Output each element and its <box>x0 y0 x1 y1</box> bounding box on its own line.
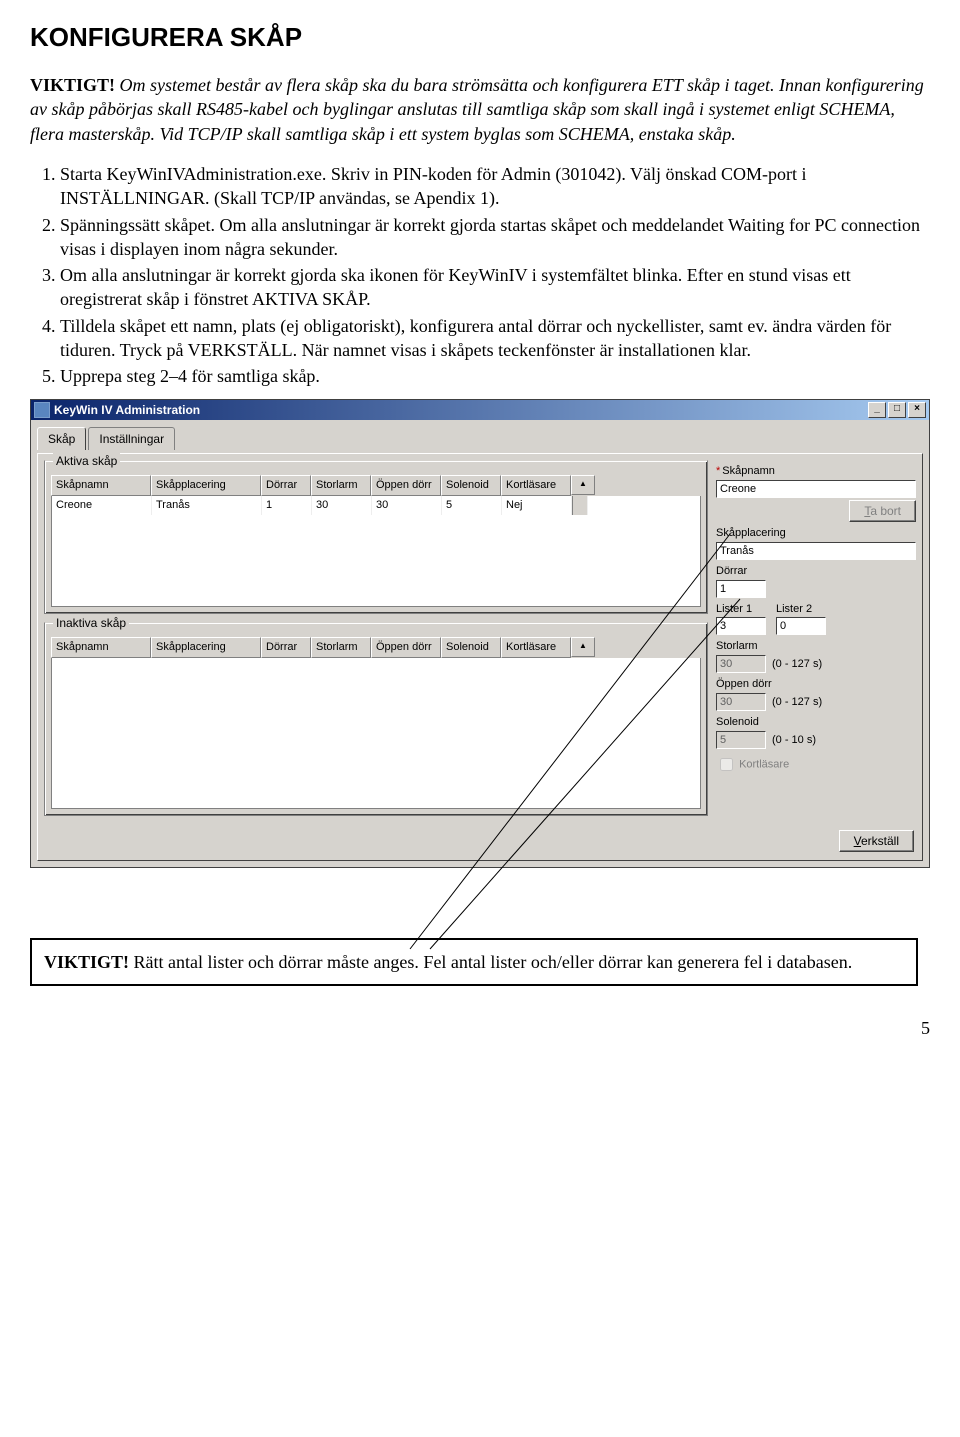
col-open[interactable]: Öppen dörr <box>371 475 441 496</box>
app-icon <box>34 402 50 418</box>
col-solenoid[interactable]: Solenoid <box>441 475 501 496</box>
intro-bold: VIKTIGT! <box>30 75 115 95</box>
input-open[interactable] <box>716 693 766 711</box>
inaktiva-header: Skåpnamn Skåpplacering Dörrar Storlarm Ö… <box>51 637 701 658</box>
group-inaktiva: Inaktiva skåp Skåpnamn Skåpplacering Dör… <box>44 622 708 816</box>
minimize-button[interactable]: _ <box>868 402 886 418</box>
cell-sol: 5 <box>442 496 502 515</box>
page-number: 5 <box>30 1016 930 1040</box>
scroll-up-icon-2[interactable]: ▲ <box>571 637 595 657</box>
label-open: Öppen dörr <box>716 677 916 692</box>
table-row[interactable]: Creone Tranås 1 30 30 5 Nej <box>52 496 700 515</box>
page-title: KONFIGURERA SKÅP <box>30 20 930 55</box>
hint-solenoid: (0 - 10 s) <box>772 733 816 748</box>
cell-doors: 1 <box>262 496 312 515</box>
label-skapnamn: *Skåpnamn <box>716 464 916 479</box>
note-bold: VIKTIGT! <box>44 952 129 972</box>
step-5: Upprepa steg 2–4 för samtliga skåp. <box>60 364 930 388</box>
legend-aktiva: Aktiva skåp <box>53 453 120 469</box>
checkbox-kortlasare[interactable]: Kortläsare <box>716 755 916 774</box>
tab-installningar[interactable]: Inställningar <box>88 427 175 450</box>
col2-dorrar[interactable]: Dörrar <box>261 637 311 658</box>
label-plats: Skåpplacering <box>716 526 916 541</box>
aktiva-header: Skåpnamn Skåpplacering Dörrar Storlarm Ö… <box>51 475 701 496</box>
col-skapnamn[interactable]: Skåpnamn <box>51 475 151 496</box>
maximize-button[interactable]: □ <box>888 402 906 418</box>
input-dorrar[interactable] <box>716 580 766 598</box>
warning-box: VIKTIGT! Rätt antal lister och dörrar må… <box>30 938 918 986</box>
label-solenoid: Solenoid <box>716 715 916 730</box>
col2-skapnamn[interactable]: Skåpnamn <box>51 637 151 658</box>
input-lister1[interactable] <box>716 617 766 635</box>
col-plats[interactable]: Skåpplacering <box>151 475 261 496</box>
button-verkstall[interactable]: Verkställ <box>839 830 914 852</box>
app-screenshot: KeyWin IV Administration _ □ × Skåp Inst… <box>30 399 930 868</box>
col2-reader[interactable]: Kortläsare <box>501 637 571 658</box>
tab-skap[interactable]: Skåp <box>37 427 86 450</box>
step-1: Starta KeyWinIVAdministration.exe. Skriv… <box>60 162 930 211</box>
button-tabort[interactable]: TTa borta bort <box>849 500 916 522</box>
inaktiva-list[interactable] <box>51 658 701 809</box>
step-4: Tilldela skåpet ett namn, plats (ej obli… <box>60 314 930 363</box>
aktiva-list[interactable]: Creone Tranås 1 30 30 5 Nej <box>51 496 701 607</box>
step-2: Spänningssätt skåpet. Om alla anslutning… <box>60 213 930 262</box>
label-lister1: Lister 1 <box>716 602 766 617</box>
cell-name: Creone <box>52 496 152 515</box>
intro-paragraph: VIKTIGT! Om systemet består av flera skå… <box>30 73 930 146</box>
label-lister2: Lister 2 <box>776 602 826 617</box>
cell-place: Tranås <box>152 496 262 515</box>
note-text: Rätt antal lister och dörrar måste anges… <box>129 952 852 972</box>
input-storlarm[interactable] <box>716 655 766 673</box>
input-skapnamn[interactable] <box>716 480 916 498</box>
legend-inaktiva: Inaktiva skåp <box>53 615 129 631</box>
col-dorrar[interactable]: Dörrar <box>261 475 311 496</box>
hint-storlarm: (0 - 127 s) <box>772 657 822 672</box>
close-button[interactable]: × <box>908 402 926 418</box>
steps-list: Starta KeyWinIVAdministration.exe. Skriv… <box>30 162 930 389</box>
label-dorrar: Dörrar <box>716 564 916 579</box>
app-window: KeyWin IV Administration _ □ × Skåp Inst… <box>30 399 930 868</box>
label-storlarm: Storlarm <box>716 639 916 654</box>
titlebar: KeyWin IV Administration _ □ × <box>31 400 929 420</box>
col2-open[interactable]: Öppen dörr <box>371 637 441 658</box>
col2-solenoid[interactable]: Solenoid <box>441 637 501 658</box>
hint-open: (0 - 127 s) <box>772 695 822 710</box>
step-3: Om alla anslutningar är korrekt gjorda s… <box>60 263 930 312</box>
col-reader[interactable]: Kortläsare <box>501 475 571 496</box>
col-storlarm[interactable]: Storlarm <box>311 475 371 496</box>
cell-open: 30 <box>372 496 442 515</box>
app-title: KeyWin IV Administration <box>54 402 200 418</box>
input-plats[interactable] <box>716 542 916 560</box>
cell-reader: Nej <box>502 496 572 515</box>
input-lister2[interactable] <box>776 617 826 635</box>
cell-alarm: 30 <box>312 496 372 515</box>
group-aktiva: Aktiva skåp Skåpnamn Skåpplacering Dörra… <box>44 460 708 614</box>
input-solenoid[interactable] <box>716 731 766 749</box>
intro-text: Om systemet består av flera skåp ska du … <box>30 75 924 144</box>
col2-storlarm[interactable]: Storlarm <box>311 637 371 658</box>
col2-plats[interactable]: Skåpplacering <box>151 637 261 658</box>
scroll-up-icon[interactable]: ▲ <box>571 475 595 495</box>
